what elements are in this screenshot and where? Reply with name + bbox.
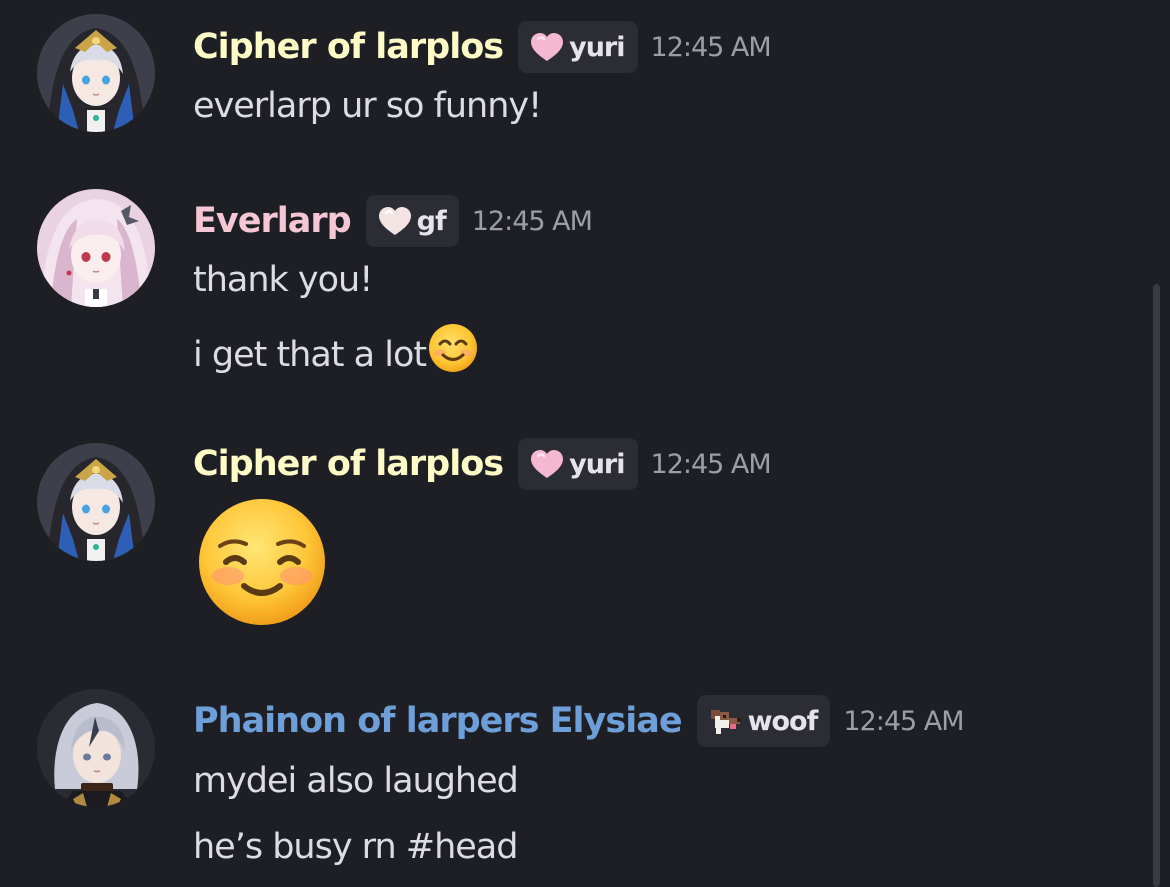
role-tag[interactable]: yuri	[518, 21, 638, 73]
timestamp: 12:45 AM	[650, 31, 772, 63]
avatar-image	[37, 14, 155, 132]
message-text: thank you!	[193, 260, 373, 300]
message-header: Phainon of larpers Elysiae woof 12:45 AM	[193, 695, 965, 747]
username[interactable]: Phainon of larpers Elysiae	[193, 696, 683, 746]
message-header: Cipher of larplos yuri 12:45 AM	[193, 21, 772, 73]
username[interactable]: Cipher of larplos	[193, 439, 504, 489]
pink-heart-icon	[529, 32, 565, 62]
avatar[interactable]	[37, 189, 155, 307]
role-tag[interactable]: yuri	[518, 438, 638, 490]
role-tag-label: gf	[416, 205, 447, 237]
scrollbar[interactable]	[1153, 284, 1160, 887]
chat-message-list: Cipher of larplos yuri 12:45 AM everlarp…	[0, 0, 1170, 887]
avatar[interactable]	[37, 14, 155, 132]
avatar-image	[37, 189, 155, 307]
role-tag-label: yuri	[569, 31, 625, 63]
username[interactable]: Everlarp	[193, 196, 352, 246]
blushing-smile-emoji	[196, 496, 328, 628]
message-text: he’s busy rn #head	[193, 827, 518, 867]
message-text: i get that a lot	[193, 335, 427, 375]
smiling-face-emoji	[427, 322, 479, 374]
timestamp: 12:45 AM	[471, 205, 593, 237]
timestamp: 12:45 AM	[650, 448, 772, 480]
timestamp: 12:45 AM	[843, 705, 964, 737]
white-heart-icon	[377, 206, 413, 236]
message-text: everlarp ur so funny!	[193, 86, 542, 126]
dog-icon	[708, 706, 744, 736]
message-header: Everlarp gf 12:45 AM	[193, 195, 593, 247]
role-tag-label: woof	[747, 705, 819, 737]
message-text: mydei also laughed	[193, 761, 519, 801]
avatar[interactable]	[37, 443, 155, 561]
avatar[interactable]	[37, 689, 155, 807]
pink-heart-icon	[529, 449, 565, 479]
role-tag[interactable]: gf	[365, 195, 459, 247]
avatar-image	[37, 689, 155, 807]
username[interactable]: Cipher of larplos	[193, 22, 504, 72]
role-tag[interactable]: woof	[696, 695, 831, 747]
message-text-line: i get that a lot	[193, 322, 479, 380]
message-header: Cipher of larplos yuri 12:45 AM	[193, 438, 772, 490]
role-tag-label: yuri	[569, 448, 625, 480]
avatar-image	[37, 443, 155, 561]
